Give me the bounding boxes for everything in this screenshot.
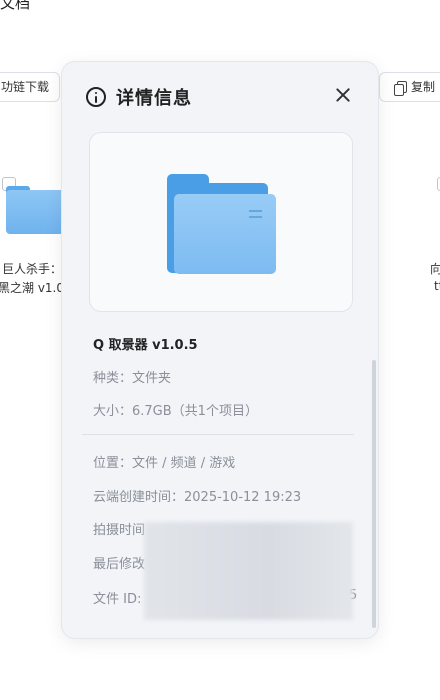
location-text: 位置：文件 / 频道 / 游戏 — [93, 456, 236, 471]
dialog-title: 详情信息 — [116, 88, 192, 109]
folder-icon[interactable] — [6, 186, 66, 234]
scrollbar[interactable] — [372, 360, 376, 628]
copy-icon — [394, 80, 407, 96]
close-icon[interactable] — [334, 86, 352, 104]
dialog-header: 详情信息 — [86, 84, 192, 110]
details-dialog: 详情信息 Q 取景器 v1.0.5 种类：文件夹 大小：6.7GB（共1个项目）… — [61, 61, 379, 639]
file-id-label: 文件 ID: — [93, 592, 142, 607]
info-icon — [86, 87, 106, 107]
copy-button[interactable]: 复制 — [379, 72, 440, 102]
folder-icon — [167, 174, 276, 274]
file-name: Q 取景器 v1.0.5 — [93, 338, 198, 353]
page-title: 文档 — [0, 0, 31, 12]
last-modified-label: 最后修改 — [93, 557, 146, 572]
redacted-area — [144, 522, 353, 620]
divider — [82, 434, 354, 435]
shot-time-label: 拍摄时间 — [93, 523, 146, 538]
item-name-line1[interactable]: 巨人杀手： — [2, 260, 62, 277]
item-name-right-line2[interactable]: tt — [434, 279, 440, 293]
size-text: 大小：6.7GB（共1个项目） — [93, 404, 258, 419]
item-name-right-line1[interactable]: 向 — [430, 260, 440, 277]
link-download-button[interactable]: 功链下载 — [0, 72, 61, 102]
file-preview — [89, 132, 353, 312]
cloud-created-time: 云端创建时间：2025-10-12 19:23 — [93, 490, 302, 505]
kind-text: 种类：文件夹 — [93, 371, 172, 386]
copy-button-label: 复制 — [411, 80, 436, 94]
